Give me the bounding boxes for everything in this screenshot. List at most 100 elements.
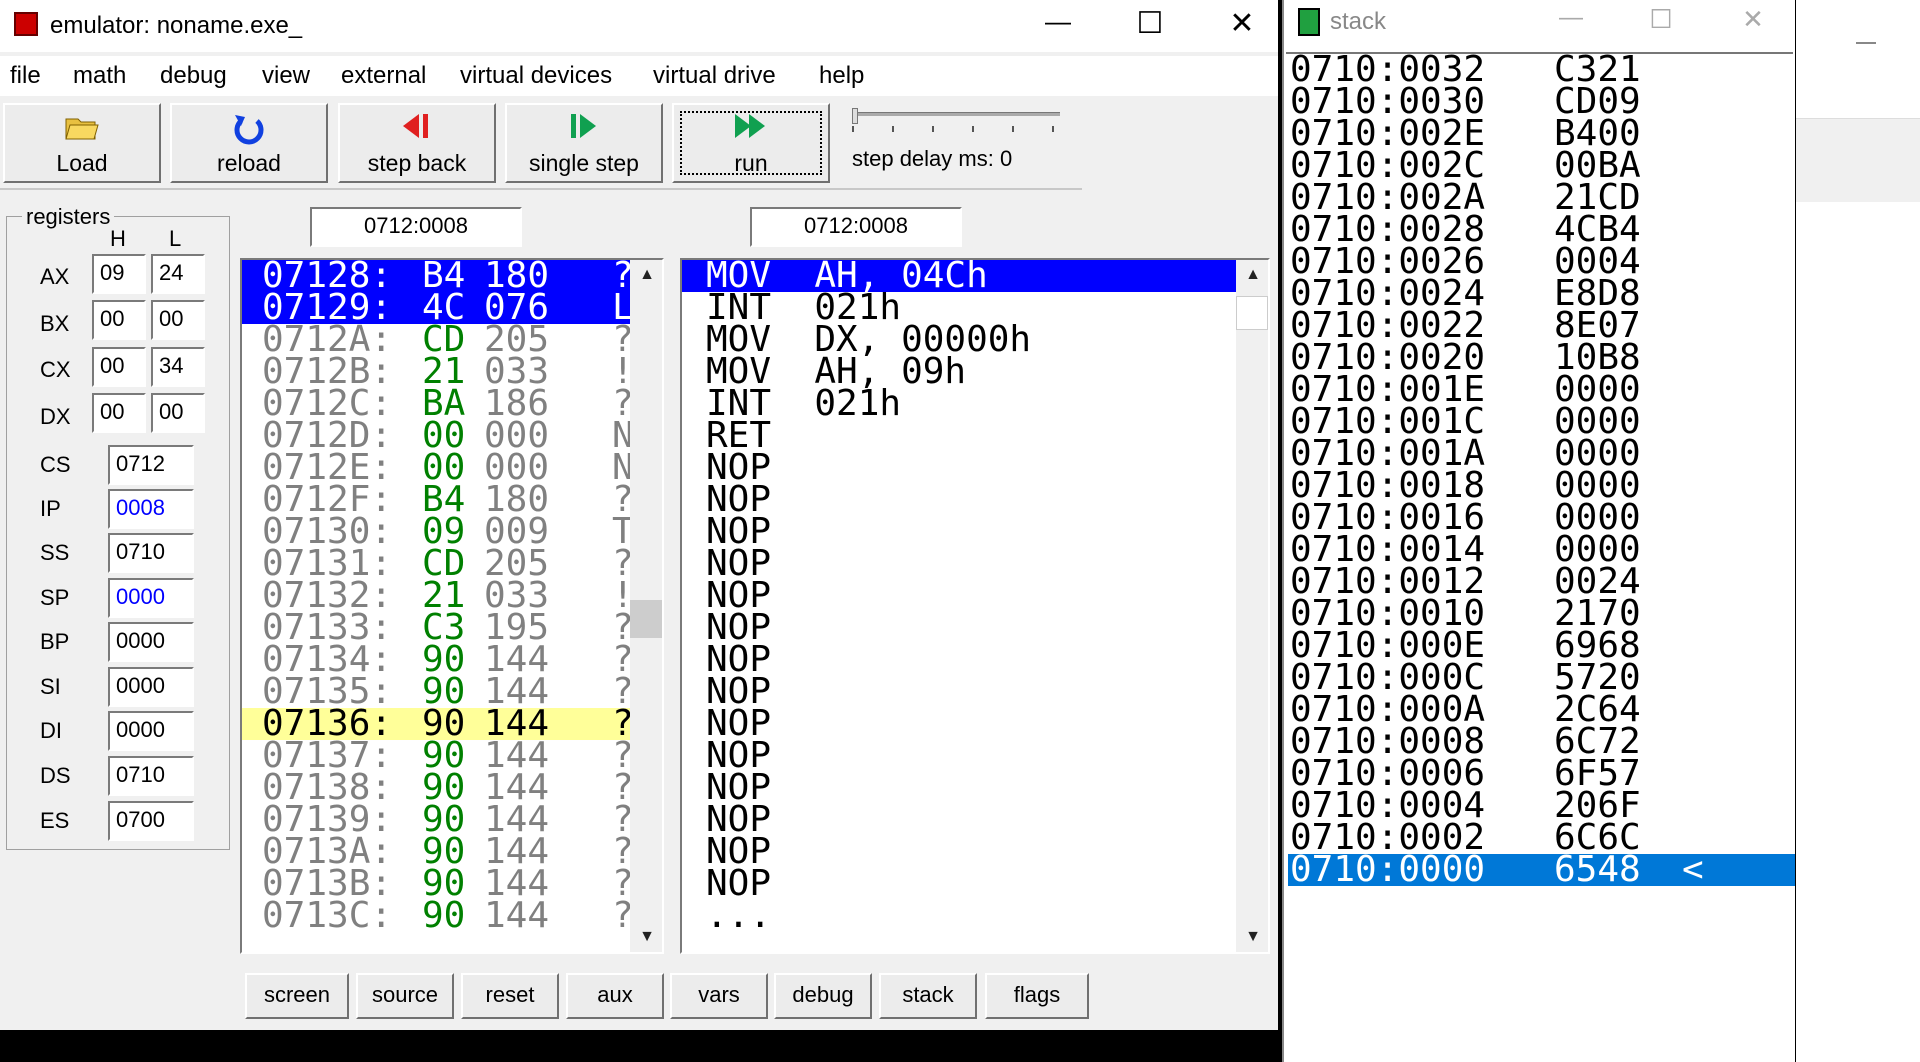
memory-scrollbar[interactable]: ▲ ▼ <box>630 260 662 952</box>
reg-dx-l[interactable]: 00 <box>151 393 205 433</box>
memory-address: 0713C: <box>262 895 393 936</box>
memory-address-field[interactable]: 0712:0008 <box>310 207 522 247</box>
reg-ip-label: IP <box>40 496 61 521</box>
single-step-icon <box>571 114 596 138</box>
debug-button[interactable]: debug <box>774 973 872 1019</box>
memory-lines: 07128:B4180?07129:4C076L0712A:CD205?0712… <box>242 260 630 952</box>
scroll-thumb[interactable] <box>630 600 662 638</box>
col-h-label: H <box>110 226 126 251</box>
scroll-thumb[interactable] <box>1236 296 1268 330</box>
step-delay-slider[interactable] <box>852 108 1060 138</box>
reg-cs-value[interactable]: 0712 <box>108 445 194 485</box>
memory-dec: 144 <box>484 895 550 936</box>
menu-help[interactable]: help <box>819 62 864 90</box>
disassembly-list[interactable]: MOV AH, 04Ch INT 021h MOV DX, 00000h MOV AH… <box>680 258 1270 954</box>
col-l-label: L <box>169 226 182 251</box>
vars-button[interactable]: vars <box>670 973 768 1019</box>
screen-button[interactable]: screen <box>245 973 349 1019</box>
bg-window-strip <box>1796 118 1920 202</box>
reg-bx-h[interactable]: 00 <box>92 300 146 340</box>
scroll-up-icon[interactable]: ▲ <box>1236 260 1268 290</box>
reg-ss-label: SS <box>40 540 70 565</box>
reg-dx-label: DX <box>40 404 71 429</box>
step-back-button[interactable]: step back <box>338 103 496 183</box>
toolbar-separator <box>0 188 1082 190</box>
scroll-down-icon[interactable]: ▼ <box>1236 922 1268 952</box>
folder-open-icon <box>65 118 99 140</box>
stack-maximize-button[interactable]: ☐ <box>1636 4 1686 35</box>
step-delay-label: step delay ms: 0 <box>852 146 1013 171</box>
reg-cs-label: CS <box>40 452 71 477</box>
load-button[interactable]: Load <box>3 103 161 183</box>
stack-button[interactable]: stack <box>879 973 977 1019</box>
slider-thumb[interactable] <box>852 108 858 124</box>
menu-math[interactable]: math <box>73 62 126 90</box>
disassembly-lines: MOV AH, 04Ch INT 021h MOV DX, 00000h MOV AH… <box>682 260 1236 952</box>
stack-pointer-marker: < <box>1682 849 1704 890</box>
maximize-button[interactable]: ☐ <box>1120 6 1180 41</box>
reg-es-value[interactable]: 0700 <box>108 801 194 841</box>
window-title: emulator: noname.exe_ <box>50 12 303 39</box>
stack-address: 0710:0000 <box>1290 849 1486 890</box>
minimize-button[interactable]: — <box>1028 6 1088 37</box>
stack-window: stack — ☐ ✕ 0710:0032 C321 0710:0030 CD09 07… <box>1282 0 1795 1062</box>
memory-list[interactable]: 07128:B4180?07129:4C076L0712A:CD205?0712… <box>240 258 664 954</box>
reg-cx-l[interactable]: 34 <box>151 347 205 387</box>
memory-char: ? <box>612 898 630 934</box>
aux-button[interactable]: aux <box>566 973 664 1019</box>
stack-close-button[interactable]: ✕ <box>1728 4 1778 35</box>
reg-ip-value[interactable]: 0008 <box>108 489 194 529</box>
reg-di-label: DI <box>40 718 62 743</box>
menu-view[interactable]: view <box>262 62 310 90</box>
disasm-scrollbar[interactable]: ▲ ▼ <box>1236 260 1268 952</box>
stack-minimize-button[interactable]: — <box>1546 4 1596 32</box>
reg-ax-l[interactable]: 24 <box>151 254 205 294</box>
reg-ax-label: AX <box>40 264 70 289</box>
reg-cx-h[interactable]: 00 <box>92 347 146 387</box>
stack-list[interactable]: 0710:0032 C321 0710:0030 CD09 0710:002E B400 0… <box>1284 54 1795 1054</box>
reg-di-value[interactable]: 0000 <box>108 711 194 751</box>
run-button[interactable]: run <box>672 103 830 183</box>
reg-dx-h[interactable]: 00 <box>92 393 146 433</box>
menu-external[interactable]: external <box>341 62 426 90</box>
reg-bx-l[interactable]: 00 <box>151 300 205 340</box>
step-back-label: step back <box>367 150 467 176</box>
single-step-button[interactable]: single step <box>505 103 663 183</box>
emulator-window: emulator: noname.exe_ — ☐ ✕ file math de… <box>0 0 1278 1030</box>
reload-button[interactable]: reload <box>170 103 328 183</box>
reg-ds-value[interactable]: 0710 <box>108 756 194 796</box>
background-window <box>1796 0 1920 1062</box>
close-button[interactable]: ✕ <box>1212 6 1272 41</box>
bg-minimize-icon <box>1856 42 1876 44</box>
scroll-down-icon[interactable]: ▼ <box>630 922 662 952</box>
disasm-row[interactable]: ... <box>682 898 1236 934</box>
source-button[interactable]: source <box>356 973 454 1019</box>
slider-track <box>852 112 1060 116</box>
scroll-up-icon[interactable]: ▲ <box>630 260 662 290</box>
reg-si-value[interactable]: 0000 <box>108 667 194 707</box>
flags-button[interactable]: flags <box>985 973 1089 1019</box>
menu-debug[interactable]: debug <box>160 62 227 90</box>
disasm-address-field[interactable]: 0712:0008 <box>750 207 962 247</box>
reg-ss-value[interactable]: 0710 <box>108 533 194 573</box>
app-icon <box>14 12 38 36</box>
reg-sp-label: SP <box>40 585 70 610</box>
reg-cx-label: CX <box>40 357 71 382</box>
memory-row[interactable]: 0713C: 90 144? <box>242 895 630 936</box>
reg-es-label: ES <box>40 808 70 833</box>
reg-bx-label: BX <box>40 311 70 336</box>
stack-value: 6548 <box>1554 849 1641 890</box>
reset-button[interactable]: reset <box>461 973 559 1019</box>
menu-virtual-drive[interactable]: virtual drive <box>653 62 776 90</box>
reg-bp-value[interactable]: 0000 <box>108 622 194 662</box>
menu-file[interactable]: file <box>10 62 41 90</box>
stack-app-icon <box>1298 8 1320 36</box>
menu-virtual-devices[interactable]: virtual devices <box>460 62 612 90</box>
reg-ax-h[interactable]: 09 <box>92 254 146 294</box>
registers-label: registers <box>22 204 115 230</box>
stack-row[interactable]: 0710:0000 6548 < <box>1288 849 1795 890</box>
stack-title: stack <box>1330 8 1387 35</box>
reg-sp-value[interactable]: 0000 <box>108 578 194 618</box>
reg-ds-label: DS <box>40 763 71 788</box>
load-label: Load <box>56 150 108 176</box>
